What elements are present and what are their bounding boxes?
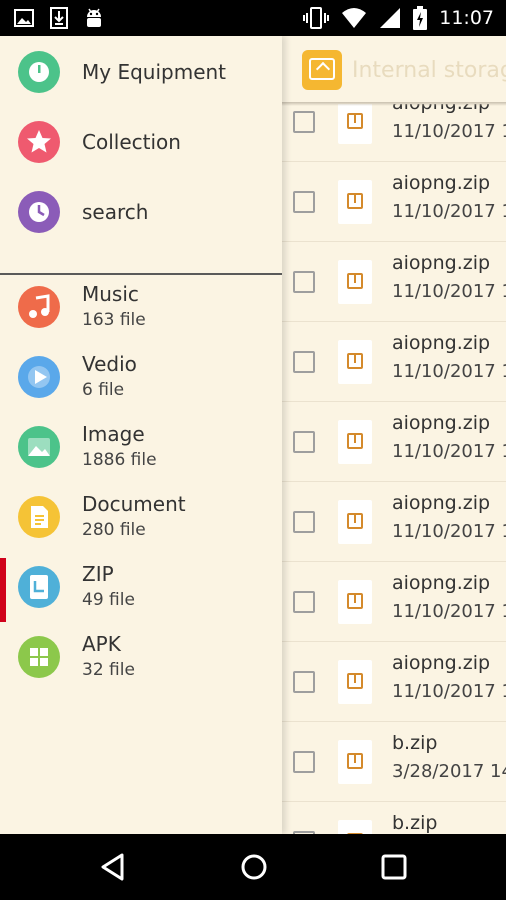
header-shadow [282, 102, 506, 106]
category-item-apk[interactable]: APK 32 file [0, 622, 282, 692]
zip-file-icon [338, 580, 372, 624]
list-header: Internal storage [282, 36, 506, 104]
landscape-icon [18, 426, 60, 468]
file-checkbox[interactable] [293, 111, 315, 133]
file-name: aiopng.zip [392, 652, 491, 674]
signal-icon [380, 8, 401, 28]
drawer-item-search[interactable]: search [0, 177, 282, 247]
file-date: 3/28/2017 14: [392, 761, 506, 782]
file-date: 11/10/2017 14: [392, 441, 506, 462]
file-row[interactable]: aiopng.zip 11/10/2017 14: [282, 322, 506, 402]
category-label: APK [82, 632, 121, 656]
file-date: 11/10/2017 14: [392, 361, 506, 382]
file-checkbox[interactable] [293, 671, 315, 693]
zip-file-icon [338, 500, 372, 544]
file-checkbox[interactable] [293, 591, 315, 613]
file-checkbox[interactable] [293, 751, 315, 773]
file-checkbox[interactable] [293, 351, 315, 373]
drawer-item-collection[interactable]: Collection [0, 107, 282, 177]
category-count: 32 file [82, 660, 135, 680]
recents-icon[interactable] [381, 854, 407, 880]
category-label: Document [82, 492, 186, 516]
file-checkbox[interactable] [293, 191, 315, 213]
file-name: b.zip [392, 732, 438, 754]
category-count: 6 file [82, 380, 125, 400]
file-row[interactable]: aiopng.zip 11/10/2017 14: [282, 482, 506, 562]
zip-file-icon [338, 740, 372, 784]
file-row[interactable]: aiopng.zip 11/10/2017 14: [282, 402, 506, 482]
category-count: 49 file [82, 590, 135, 610]
status-time: 11:07 [439, 7, 494, 29]
battery-charging-icon [413, 6, 428, 30]
file-checkbox[interactable] [293, 431, 315, 453]
file-checkbox[interactable] [293, 511, 315, 533]
file-date: 11/10/2017 14: [392, 121, 506, 142]
category-item-image[interactable]: Image 1886 file [0, 412, 282, 482]
file-date: 11/10/2017 14: [392, 681, 506, 702]
file-list-pane: aiopng.zip 11/10/2017 14: aiopng.zip 11/10/… [282, 36, 506, 834]
file-name: aiopng.zip [392, 252, 491, 274]
category-count: 280 file [82, 520, 146, 540]
zip-file-icon [338, 420, 372, 464]
category-label: ZIP [82, 562, 114, 586]
category-item-zip[interactable]: ZIP 49 file [0, 552, 282, 622]
category-item-document[interactable]: Document 280 file [0, 482, 282, 552]
category-item-vedio[interactable]: Vedio 6 file [0, 342, 282, 412]
file-row[interactable]: aiopng.zip 11/10/2017 14: [282, 642, 506, 722]
folder-up-icon[interactable] [302, 50, 342, 90]
file-row[interactable]: aiopng.zip 11/10/2017 14: [282, 242, 506, 322]
category-label: Image [82, 422, 145, 446]
zip-file-icon [338, 660, 372, 704]
navigation-drawer: My Equipment Collection search Music 163 fi… [0, 36, 282, 834]
category-item-music[interactable]: Music 163 file [0, 272, 282, 342]
category-label: Vedio [82, 352, 137, 376]
zip-file-icon [338, 340, 372, 384]
vibrate-icon [303, 7, 330, 29]
file-date: 11/10/2017 14: [392, 201, 506, 222]
download-icon [50, 7, 68, 29]
apps-grid-icon [18, 636, 60, 678]
category-label: Music [82, 282, 139, 306]
file-name: aiopng.zip [392, 332, 491, 354]
home-icon[interactable] [240, 853, 268, 881]
file-name: aiopng.zip [392, 492, 491, 514]
file-name: aiopng.zip [392, 172, 491, 194]
category-count: 163 file [82, 310, 146, 330]
file-name: aiopng.zip [392, 412, 491, 434]
drawer-item-label: My Equipment [82, 60, 227, 84]
music-note-icon [18, 286, 60, 328]
zip-file-icon [338, 180, 372, 224]
category-count: 1886 file [82, 450, 157, 470]
play-icon [18, 356, 60, 398]
wifi-icon [342, 8, 367, 28]
drawer-item-my-equipment[interactable]: My Equipment [0, 37, 282, 107]
file-date: 11/10/2017 14: [392, 281, 506, 302]
file-row[interactable]: b.zip3/28/2017 14: [282, 802, 506, 834]
file-row[interactable]: b.zip 3/28/2017 14: [282, 722, 506, 802]
status-bar: 11:07 [0, 0, 506, 36]
drawer-item-label: search [82, 200, 149, 224]
file-name: b.zip [392, 812, 438, 834]
file-row[interactable]: aiopng.zip 11/10/2017 14: [282, 162, 506, 242]
active-indicator [0, 558, 6, 622]
system-nav-bar [0, 834, 506, 900]
android-icon [87, 8, 101, 27]
zip-file-icon [338, 100, 372, 144]
file-row[interactable]: aiopng.zip 11/10/2017 14: [282, 562, 506, 642]
clock-icon [18, 191, 60, 233]
storage-icon [18, 51, 60, 93]
document-icon [18, 496, 60, 538]
list-header-title: Internal storage [352, 58, 506, 83]
back-icon[interactable] [100, 853, 126, 881]
star-icon [18, 121, 60, 163]
zip-file-icon [338, 260, 372, 304]
file-date: 11/10/2017 14: [392, 601, 506, 622]
file-checkbox[interactable] [293, 271, 315, 293]
image-icon [14, 9, 34, 27]
file-date: 11/10/2017 14: [392, 521, 506, 542]
drawer-item-label: Collection [82, 130, 181, 154]
file-name: aiopng.zip [392, 572, 491, 594]
zip-icon [18, 566, 60, 608]
zip-file-icon [338, 820, 372, 834]
